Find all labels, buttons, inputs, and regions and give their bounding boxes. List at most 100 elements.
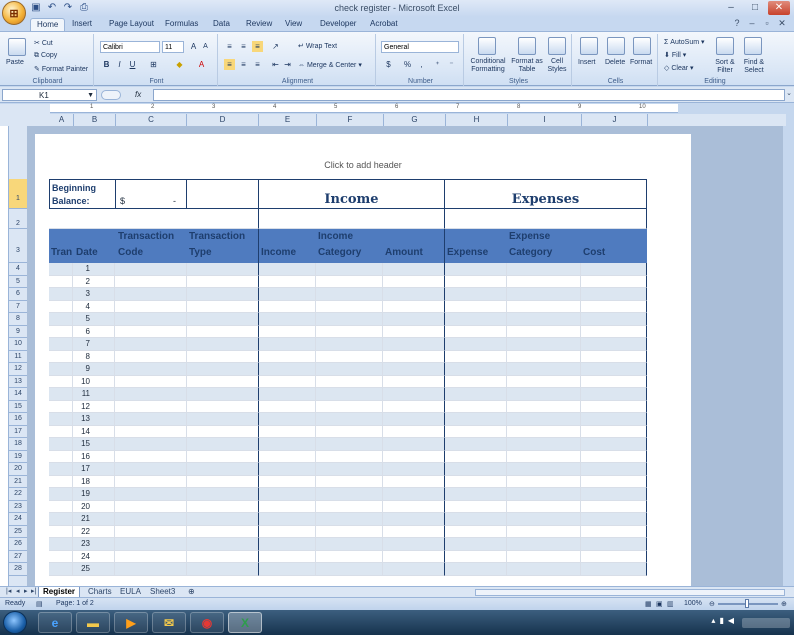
- amount-cell[interactable]: [383, 538, 445, 551]
- transaction-code-cell[interactable]: [115, 525, 187, 538]
- income-category-cell[interactable]: [316, 350, 383, 363]
- income-cell[interactable]: [259, 263, 316, 276]
- macro-record-icon[interactable]: ▤: [36, 600, 43, 608]
- column-header-h[interactable]: H: [446, 114, 508, 126]
- format-as-table-button[interactable]: Format as Table: [510, 58, 544, 74]
- expense-cell[interactable]: [445, 425, 507, 438]
- amount-cell[interactable]: [383, 513, 445, 526]
- income-cell[interactable]: [259, 438, 316, 451]
- tran-cell[interactable]: [49, 550, 73, 563]
- expense-cell[interactable]: [445, 313, 507, 326]
- header-cost[interactable]: Cost: [583, 245, 605, 261]
- expense-category-cell[interactable]: [507, 513, 581, 526]
- transaction-code-cell[interactable]: [115, 313, 187, 326]
- tran-cell[interactable]: [49, 400, 73, 413]
- income-category-cell[interactable]: [316, 463, 383, 476]
- date-cell[interactable]: 7: [73, 338, 115, 351]
- transaction-type-cell[interactable]: [187, 563, 259, 576]
- tab-view[interactable]: View: [279, 18, 308, 30]
- find-select-icon[interactable]: [744, 37, 762, 55]
- row-header-10[interactable]: 10: [9, 338, 27, 351]
- expense-cell[interactable]: [445, 375, 507, 388]
- expense-cell[interactable]: [445, 400, 507, 413]
- cost-cell[interactable]: [581, 463, 647, 476]
- align-right-icon[interactable]: ≡: [252, 59, 263, 70]
- transaction-code-cell[interactable]: [115, 563, 187, 576]
- tran-cell[interactable]: [49, 475, 73, 488]
- formula-buttons[interactable]: [101, 89, 121, 100]
- tran-cell[interactable]: [49, 300, 73, 313]
- cost-cell[interactable]: [581, 275, 647, 288]
- expense-category-cell[interactable]: [507, 525, 581, 538]
- increase-indent-icon[interactable]: ⇥: [282, 59, 293, 70]
- transaction-code-cell[interactable]: [115, 275, 187, 288]
- transaction-type-cell[interactable]: [187, 500, 259, 513]
- amount-cell[interactable]: [383, 375, 445, 388]
- tab-developer[interactable]: Developer: [314, 18, 362, 30]
- expense-cell[interactable]: [445, 450, 507, 463]
- tran-cell[interactable]: [49, 263, 73, 276]
- amount-cell[interactable]: [383, 288, 445, 301]
- income-category-cell[interactable]: [316, 288, 383, 301]
- income-cell[interactable]: [259, 313, 316, 326]
- cell-styles-icon[interactable]: [548, 37, 566, 55]
- expense-category-cell[interactable]: [507, 350, 581, 363]
- find-select-button[interactable]: Find & Select: [740, 59, 768, 75]
- page-break-view-icon[interactable]: ▥: [667, 600, 674, 608]
- spacer-row[interactable]: [49, 209, 259, 229]
- bold-button[interactable]: B: [101, 59, 112, 70]
- income-category-cell[interactable]: [316, 325, 383, 338]
- transaction-type-cell[interactable]: [187, 475, 259, 488]
- amount-cell[interactable]: [383, 350, 445, 363]
- tran-cell[interactable]: [49, 388, 73, 401]
- row-header-28[interactable]: 28: [9, 563, 27, 576]
- date-cell[interactable]: 8: [73, 350, 115, 363]
- income-category-cell[interactable]: [316, 263, 383, 276]
- autosum-button[interactable]: Σ AutoSum ▾: [664, 38, 705, 46]
- tran-cell[interactable]: [49, 338, 73, 351]
- sheet-tab-sheet3[interactable]: Sheet3: [146, 587, 179, 597]
- income-category-cell[interactable]: [316, 275, 383, 288]
- tran-cell[interactable]: [49, 513, 73, 526]
- expense-category-cell[interactable]: [507, 263, 581, 276]
- cost-cell[interactable]: [581, 425, 647, 438]
- sheet-tab-eula[interactable]: EULA: [116, 587, 145, 597]
- transaction-code-cell[interactable]: [115, 488, 187, 501]
- workbook-close-icon[interactable]: ✕: [776, 18, 788, 29]
- transaction-type-cell[interactable]: [187, 488, 259, 501]
- transaction-code-cell[interactable]: [115, 425, 187, 438]
- income-category-cell[interactable]: [316, 538, 383, 551]
- amount-cell[interactable]: [383, 400, 445, 413]
- income-category-cell[interactable]: [316, 513, 383, 526]
- income-cell[interactable]: [259, 325, 316, 338]
- align-middle-icon[interactable]: ≡: [238, 41, 249, 52]
- expense-cell[interactable]: [445, 363, 507, 376]
- expense-cell[interactable]: [445, 500, 507, 513]
- transaction-type-cell[interactable]: [187, 338, 259, 351]
- cost-cell[interactable]: [581, 450, 647, 463]
- amount-cell[interactable]: [383, 300, 445, 313]
- format-cells-button[interactable]: Format: [630, 59, 652, 66]
- expense-cell[interactable]: [445, 488, 507, 501]
- amount-cell[interactable]: [383, 313, 445, 326]
- percent-button[interactable]: %: [402, 59, 413, 70]
- income-category-cell[interactable]: [316, 475, 383, 488]
- transaction-type-cell[interactable]: [187, 550, 259, 563]
- cost-cell[interactable]: [581, 313, 647, 326]
- transaction-code-cell[interactable]: [115, 263, 187, 276]
- amount-cell[interactable]: [383, 388, 445, 401]
- date-cell[interactable]: 17: [73, 463, 115, 476]
- amount-cell[interactable]: [383, 363, 445, 376]
- tab-acrobat[interactable]: Acrobat: [364, 18, 404, 30]
- income-category-cell[interactable]: [316, 550, 383, 563]
- row-header-5[interactable]: 5: [9, 276, 27, 288]
- media-player-icon[interactable]: ▶: [114, 612, 148, 633]
- expense-category-cell[interactable]: [507, 563, 581, 576]
- row-header-26[interactable]: 26: [9, 538, 27, 551]
- expense-category-cell[interactable]: [507, 325, 581, 338]
- cost-cell[interactable]: [581, 563, 647, 576]
- expense-category-cell[interactable]: [507, 475, 581, 488]
- amount-cell[interactable]: [383, 563, 445, 576]
- tab-data[interactable]: Data: [207, 18, 236, 30]
- tran-cell[interactable]: [49, 363, 73, 376]
